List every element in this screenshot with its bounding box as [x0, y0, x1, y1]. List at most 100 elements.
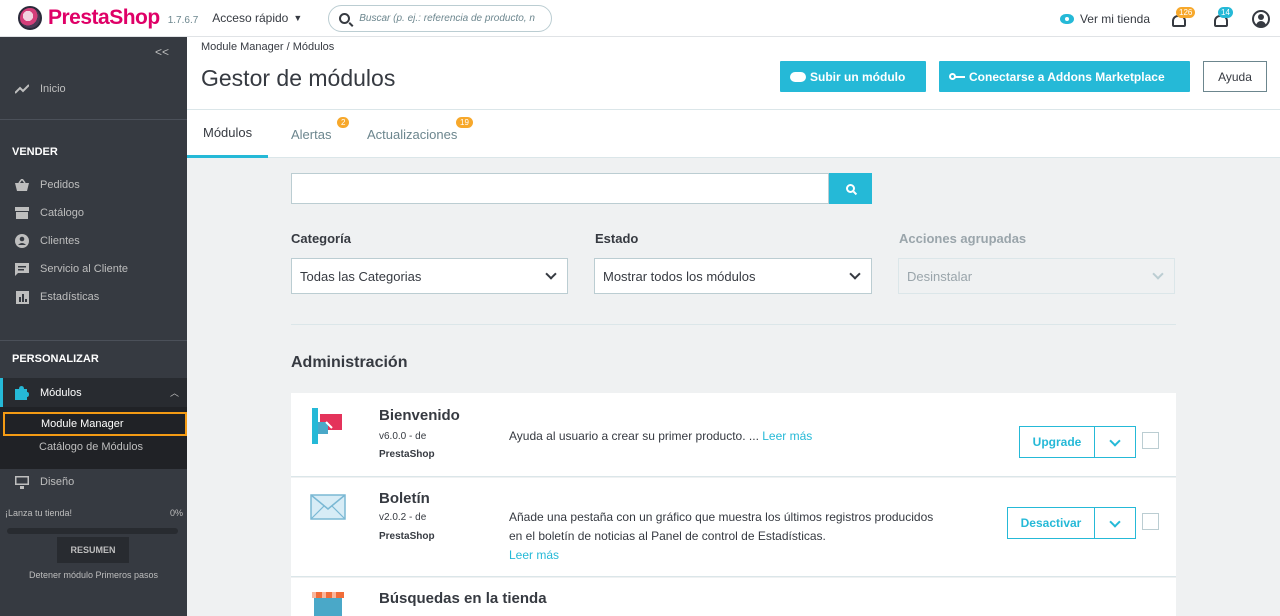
key-icon: [949, 72, 965, 81]
read-more-link[interactable]: Leer más: [762, 429, 812, 443]
page-title: Gestor de módulos: [201, 65, 396, 91]
category-select-value: Todas las Categorias: [300, 268, 422, 284]
sidebar-item-label: Estadísticas: [40, 291, 100, 303]
quick-access-dropdown[interactable]: Acceso rápido ▼: [212, 11, 302, 25]
module-version: v6.0.0 - de: [379, 431, 427, 442]
sidebar-item-customers[interactable]: Clientes: [0, 234, 187, 248]
tab-label: Actualizaciones: [367, 126, 458, 142]
module-select-checkbox[interactable]: [1142, 432, 1159, 449]
sidebar-item-orders[interactable]: Pedidos: [0, 178, 187, 192]
version-label: 1.7.6.7: [167, 15, 199, 26]
launch-progress-bar: [7, 528, 178, 534]
tab-alerts[interactable]: Alertas 2: [291, 110, 350, 158]
section-title: Administración: [291, 354, 408, 371]
sidebar-item-label: Inicio: [40, 83, 66, 95]
launch-store-progress: ¡Lanza tu tienda! 0%: [5, 508, 183, 518]
module-description-text: Añade una pestaña con un gráfico que mue…: [509, 510, 934, 543]
sidebar-item-home[interactable]: Inicio: [0, 82, 187, 96]
read-more-link[interactable]: Leer más: [509, 548, 559, 562]
caret-down-icon: ▼: [293, 13, 303, 23]
module-actions-dropdown[interactable]: [1095, 426, 1136, 458]
module-name: Bienvenido: [379, 407, 460, 424]
module-search-button[interactable]: [829, 173, 872, 204]
module-name: Boletín: [379, 490, 430, 507]
module-description: Añade una pestaña con un gráfico que mue…: [509, 508, 949, 565]
sidebar-subitem-module-manager[interactable]: Module Manager: [3, 412, 187, 436]
desktop-icon: [15, 475, 29, 489]
tab-badge: 2: [337, 117, 350, 128]
logo-text: PrestaShop: [48, 6, 160, 29]
sidebar-item-catalog[interactable]: Catálogo: [0, 206, 187, 220]
welcome-module-icon: [310, 408, 346, 447]
chevron-down-icon: [849, 268, 861, 280]
module-select-checkbox[interactable]: [1142, 513, 1159, 530]
prestashop-logo-icon: [18, 6, 42, 30]
sidebar-item-label: Servicio al Cliente: [40, 263, 129, 275]
sidebar-divider: [0, 119, 187, 120]
chevron-down-icon: [545, 268, 557, 280]
search-icon: [339, 12, 351, 24]
sidebar-item-customer-service[interactable]: Servicio al Cliente: [0, 262, 187, 276]
sidebar-subitem-label: Module Manager: [41, 418, 124, 430]
module-actions-dropdown[interactable]: [1095, 507, 1136, 539]
orders-notification-button[interactable]: 126: [1168, 6, 1196, 31]
deactivate-button[interactable]: Desactivar: [1007, 507, 1095, 539]
top-bar: PrestaShop 1.7.6.7 Acceso rápido ▼ Busca…: [0, 0, 1280, 37]
quick-access-label: Acceso rápido: [212, 11, 289, 25]
logo[interactable]: PrestaShop: [18, 6, 160, 30]
sidebar-divider: [0, 340, 187, 341]
sidebar-item-stats[interactable]: Estadísticas: [0, 290, 187, 304]
status-select-value: Mostrar todos los módulos: [603, 268, 756, 284]
tab-badge: 19: [456, 117, 473, 128]
connect-addons-button[interactable]: Conectarse a Addons Marketplace: [939, 61, 1190, 92]
header-search-input[interactable]: Buscar (p. ej.: referencia de producto, …: [328, 4, 553, 32]
orders-badge: 126: [1176, 6, 1196, 18]
bulk-actions-value: Desinstalar: [907, 268, 973, 284]
category-label: Categoría: [291, 231, 351, 246]
upload-module-button[interactable]: Subir un módulo: [780, 61, 926, 92]
sidebar: << Inicio VENDER Pedidos Catálogo Client…: [0, 37, 187, 616]
bulk-actions-label: Acciones agrupadas: [899, 231, 1027, 246]
basket-icon: [15, 178, 29, 192]
summary-button[interactable]: RESUMEN: [57, 537, 129, 563]
search-placeholder: Buscar (p. ej.: referencia de producto, …: [359, 12, 535, 24]
bulk-actions-select[interactable]: Desinstalar: [898, 258, 1175, 294]
stop-onboarding-link[interactable]: Detener módulo Primeros pasos: [0, 570, 187, 580]
status-label: Estado: [595, 231, 639, 246]
user-account-icon[interactable]: [1252, 9, 1270, 28]
page-header: Module Manager / Módulos Gestor de módul…: [187, 37, 1280, 110]
customers-notification-button[interactable]: 14: [1210, 6, 1234, 31]
bar-chart-icon: [15, 290, 29, 304]
sidebar-section-customize: PERSONALIZAR: [12, 353, 99, 365]
puzzle-icon: [15, 385, 29, 400]
view-shop-link[interactable]: Ver mi tienda: [1080, 12, 1150, 26]
account-circle-icon: [15, 234, 29, 248]
help-button[interactable]: Ayuda: [1203, 61, 1267, 92]
sidebar-item-label: Diseño: [40, 476, 75, 488]
modules-submenu: Module Manager Catálogo de Módulos: [0, 407, 187, 469]
launch-percent: 0%: [169, 508, 183, 518]
category-select[interactable]: Todas las Categorias: [291, 258, 568, 294]
sidebar-item-modules[interactable]: Módulos ︿: [0, 378, 187, 407]
status-select[interactable]: Mostrar todos los módulos: [594, 258, 872, 294]
module-card: Bienvenido v6.0.0 - de PrestaShop Ayuda …: [291, 393, 1176, 477]
eye-icon: [1059, 13, 1074, 24]
tab-updates[interactable]: Actualizaciones 19: [367, 110, 473, 158]
sidebar-item-label: Clientes: [40, 235, 80, 247]
module-name: Búsquedas en la tienda: [379, 590, 547, 607]
module-card: Búsquedas en la tienda: [291, 578, 1176, 616]
upgrade-button[interactable]: Upgrade: [1019, 426, 1095, 458]
tab-label: Módulos: [203, 125, 253, 140]
collapse-sidebar-button[interactable]: <<: [155, 45, 169, 59]
envelope-icon: [310, 494, 346, 523]
breadcrumb[interactable]: Module Manager / Módulos: [201, 41, 334, 53]
sidebar-subitem-module-catalog[interactable]: Catálogo de Módulos: [39, 441, 143, 453]
section-divider: [291, 324, 1176, 325]
module-search-input[interactable]: [291, 173, 829, 204]
store-search-icon: [310, 588, 346, 616]
sidebar-item-design[interactable]: Diseño: [0, 475, 187, 489]
module-version: v2.0.2 - de: [379, 512, 427, 523]
module-card: Boletín v2.0.2 - de PrestaShop Añade una…: [291, 478, 1176, 577]
tab-modules[interactable]: Módulos: [187, 110, 269, 158]
chat-icon: [15, 262, 29, 276]
